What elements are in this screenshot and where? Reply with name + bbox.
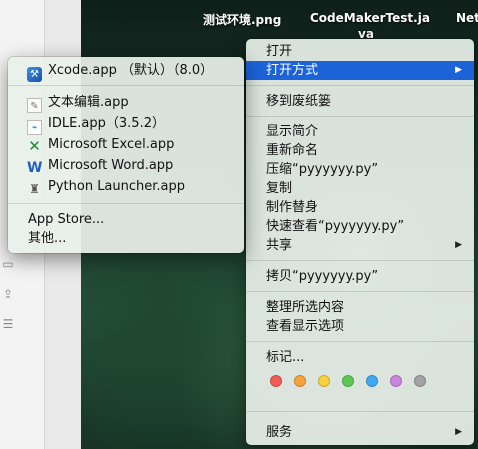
open-with-submenu: ⚒ Xcode.app （默认）（8.0） ✎ 文本编辑.app ⌁ IDLE.app… xyxy=(8,57,244,253)
menu-separator xyxy=(246,116,474,117)
desktop-file-label[interactable]: 测试环境.png xyxy=(203,11,281,28)
tag-gray[interactable] xyxy=(414,375,426,387)
tag-green[interactable] xyxy=(342,375,354,387)
menu-separator xyxy=(8,85,244,86)
chevron-right-icon: ▶ xyxy=(455,65,462,75)
idle-icon: ⌁ xyxy=(27,120,42,135)
excel-icon: ✕ xyxy=(28,137,41,155)
menu-item-open[interactable]: 打开 xyxy=(246,42,474,61)
python-launcher-icon: ♜ xyxy=(29,182,40,196)
submenu-app-xcode[interactable]: ⚒ Xcode.app （默认）（8.0） xyxy=(8,61,244,82)
menu-item-open-with[interactable]: 打开方式 ▶ xyxy=(246,61,474,80)
chevron-right-icon: ▶ xyxy=(455,427,462,437)
submenu-app-idle[interactable]: ⌁ IDLE.app（3.5.2） xyxy=(8,114,244,135)
menu-item-copy[interactable]: 拷贝“pyyyyyy.py” xyxy=(246,267,474,286)
menu-item-rename[interactable]: 重新命名 xyxy=(246,141,474,160)
tag-purple[interactable] xyxy=(390,375,402,387)
list-view-icon[interactable]: ☰ xyxy=(0,316,16,332)
desktop-file-label[interactable]: Net xyxy=(456,11,478,25)
textedit-icon: ✎ xyxy=(27,98,42,113)
menu-item-move-to-trash[interactable]: 移到废纸篓 xyxy=(246,92,474,111)
menu-item-make-alias[interactable]: 制作替身 xyxy=(246,198,474,217)
context-menu: 打开 打开方式 ▶ 移到废纸篓 显示简介 重新命名 压缩“pyyyyyy.py”… xyxy=(246,39,474,445)
chat-icon[interactable]: ▭ xyxy=(0,256,16,272)
menu-separator xyxy=(246,341,474,342)
tag-yellow[interactable] xyxy=(318,375,330,387)
menu-separator xyxy=(246,260,474,261)
menu-item-duplicate[interactable]: 复制 xyxy=(246,179,474,198)
desktop-file-label[interactable]: CodeMakerTest.ja xyxy=(310,11,430,25)
chevron-right-icon: ▶ xyxy=(455,240,462,250)
tag-orange[interactable] xyxy=(294,375,306,387)
menu-item-show-view-options[interactable]: 查看显示选项 xyxy=(246,317,474,336)
menu-item-get-info[interactable]: 显示简介 xyxy=(246,122,474,141)
menu-item-clean-up-selection[interactable]: 整理所选内容 xyxy=(246,298,474,317)
menu-separator xyxy=(246,291,474,292)
menu-item-compress[interactable]: 压缩“pyyyyyy.py” xyxy=(246,160,474,179)
menu-item-share[interactable]: 共享 ▶ xyxy=(246,236,474,255)
submenu-app-textedit[interactable]: ✎ 文本编辑.app xyxy=(8,93,244,113)
menu-item-quick-look[interactable]: 快速查看“pyyyyyy.py” xyxy=(246,217,474,236)
submenu-app-store[interactable]: App Store... xyxy=(8,210,244,229)
xcode-icon: ⚒ xyxy=(27,67,42,82)
menu-item-tags[interactable]: 标记... xyxy=(246,348,474,367)
menu-separator xyxy=(246,85,474,86)
submenu-other[interactable]: 其他... xyxy=(8,229,244,248)
menu-separator xyxy=(8,203,244,204)
word-icon: W xyxy=(27,160,43,176)
submenu-app-excel[interactable]: ✕ Microsoft Excel.app xyxy=(8,135,244,154)
menu-separator xyxy=(246,411,474,412)
share-icon[interactable]: ⇪ xyxy=(0,286,16,302)
submenu-app-python-launcher[interactable]: ♜ Python Launcher.app xyxy=(8,177,244,196)
submenu-app-word[interactable]: W Microsoft Word.app xyxy=(8,156,244,176)
tag-blue[interactable] xyxy=(366,375,378,387)
menu-item-services[interactable]: 服务 ▶ xyxy=(246,423,474,442)
tag-red[interactable] xyxy=(270,375,282,387)
